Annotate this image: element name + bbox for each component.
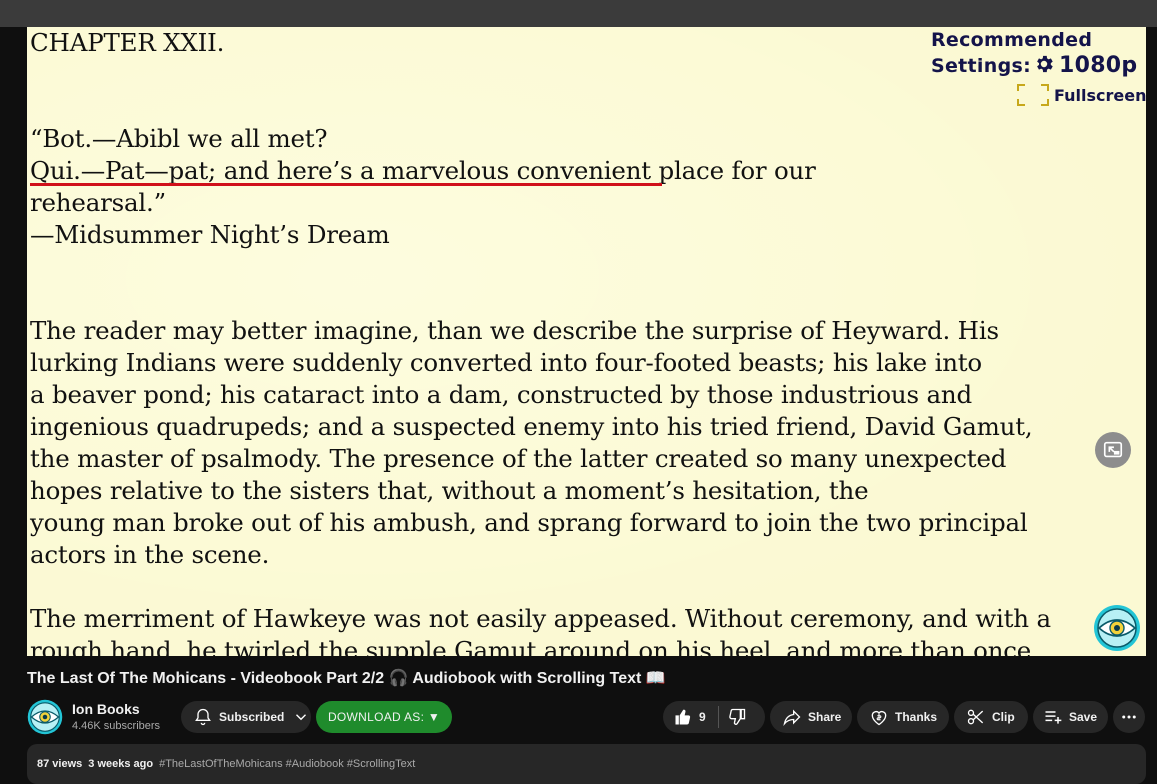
- text-line: actors in the scene.: [30, 540, 270, 569]
- top-bar: [0, 0, 1157, 27]
- recommended-label: Recommended: [931, 29, 1093, 51]
- share-button[interactable]: Share: [770, 701, 852, 733]
- settings-line: Settings: 1080p: [931, 53, 1137, 79]
- epigraph-line: “Bot.—Abibl we all met?: [30, 124, 328, 153]
- bell-icon: [195, 708, 211, 726]
- clip-label: Clip: [992, 710, 1015, 724]
- text-line: a beaver pond; his cataract into a dam, …: [30, 380, 972, 409]
- epigraph-line: —Midsummer Night’s Dream: [30, 220, 390, 249]
- more-horizontal-icon: [1122, 715, 1136, 719]
- miniplayer-icon: [1103, 441, 1123, 458]
- thumbs-down-icon[interactable]: [727, 707, 747, 727]
- epigraph: “Bot.—Abibl we all met? Qui.—Pat—pat; and…: [30, 123, 816, 251]
- recommended-settings-overlay: Recommended Settings: 1080p: [931, 27, 1137, 79]
- text-line: hopes relative to the sisters that, with…: [30, 476, 869, 505]
- save-label: Save: [1069, 710, 1098, 724]
- like-count: 9: [699, 710, 706, 724]
- hashtags[interactable]: #TheLastOfTheMohicans #Audiobook #Scroll…: [159, 758, 415, 770]
- description-meta: 87 views 3 weeks ago #TheLastOfTheMohicans…: [37, 758, 415, 770]
- playlist-add-icon: [1045, 711, 1062, 724]
- clip-button[interactable]: Clip: [954, 701, 1028, 733]
- download-as-button[interactable]: DOWNLOAD AS: ▼: [316, 701, 452, 733]
- channel-name[interactable]: Ion Books: [72, 701, 140, 717]
- miniplayer-button[interactable]: [1095, 432, 1131, 468]
- share-label: Share: [808, 710, 842, 724]
- text-line: The merriment of Hawkeye was not easily …: [30, 604, 1051, 633]
- view-count: 87 views: [37, 758, 83, 770]
- thanks-button[interactable]: Thanks: [857, 701, 949, 733]
- chapter-heading: CHAPTER XXII.: [30, 28, 225, 57]
- channel-avatar[interactable]: [27, 699, 63, 735]
- video-title: The Last Of The Mohicans - Videobook Par…: [27, 670, 666, 687]
- thumbs-up-icon[interactable]: [673, 707, 693, 727]
- subscribed-label: Subscribed: [219, 710, 285, 724]
- chevron-down-icon: [296, 714, 307, 721]
- epigraph-line: rehearsal.”: [30, 188, 166, 217]
- video-player[interactable]: CHAPTER XXII. “Bot.—Abibl we all met? Qui…: [27, 27, 1146, 656]
- scissors-icon: [967, 709, 984, 725]
- description-box[interactable]: 87 views 3 weeks ago #TheLastOfTheMohicans…: [27, 744, 1146, 784]
- text-line: ingenious quadrupeds; and a suspected en…: [30, 412, 1033, 441]
- super-thanks-icon: [871, 710, 887, 726]
- fullscreen-hint: Fullscreen: [1016, 82, 1146, 108]
- text-line: young man broke out of his ambush, and s…: [30, 508, 1028, 537]
- thanks-label: Thanks: [895, 710, 938, 724]
- subscriber-count: 4.46K subscribers: [72, 720, 161, 732]
- text-line: the master of psalmody. The presence of …: [30, 444, 1007, 473]
- paragraph-1: The reader may better imagine, than we d…: [30, 315, 1033, 571]
- paragraph-2: The merriment of Hawkeye was not easily …: [30, 603, 1051, 656]
- text-line: lurking Indians were suddenly converted …: [30, 348, 982, 377]
- gear-icon: [1037, 55, 1053, 73]
- fullscreen-icon: [1017, 84, 1049, 106]
- divider: [717, 706, 719, 728]
- like-dislike-group: 9: [663, 701, 765, 733]
- text-line: The reader may better imagine, than we d…: [30, 316, 999, 345]
- resolution-value: 1080p: [1058, 53, 1138, 78]
- share-icon: [783, 709, 801, 727]
- ion-books-watermark: [1094, 605, 1140, 651]
- settings-label: Settings:: [931, 55, 1031, 77]
- reading-progress-underline: [30, 183, 662, 186]
- fullscreen-label: Fullscreen: [1054, 85, 1146, 105]
- save-button[interactable]: Save: [1033, 701, 1108, 733]
- subscribed-button[interactable]: Subscribed: [181, 701, 311, 733]
- upload-date: 3 weeks ago: [88, 758, 154, 770]
- text-line: rough hand, he twirled the supple Gamut …: [30, 636, 1032, 656]
- more-actions-button[interactable]: [1113, 701, 1145, 733]
